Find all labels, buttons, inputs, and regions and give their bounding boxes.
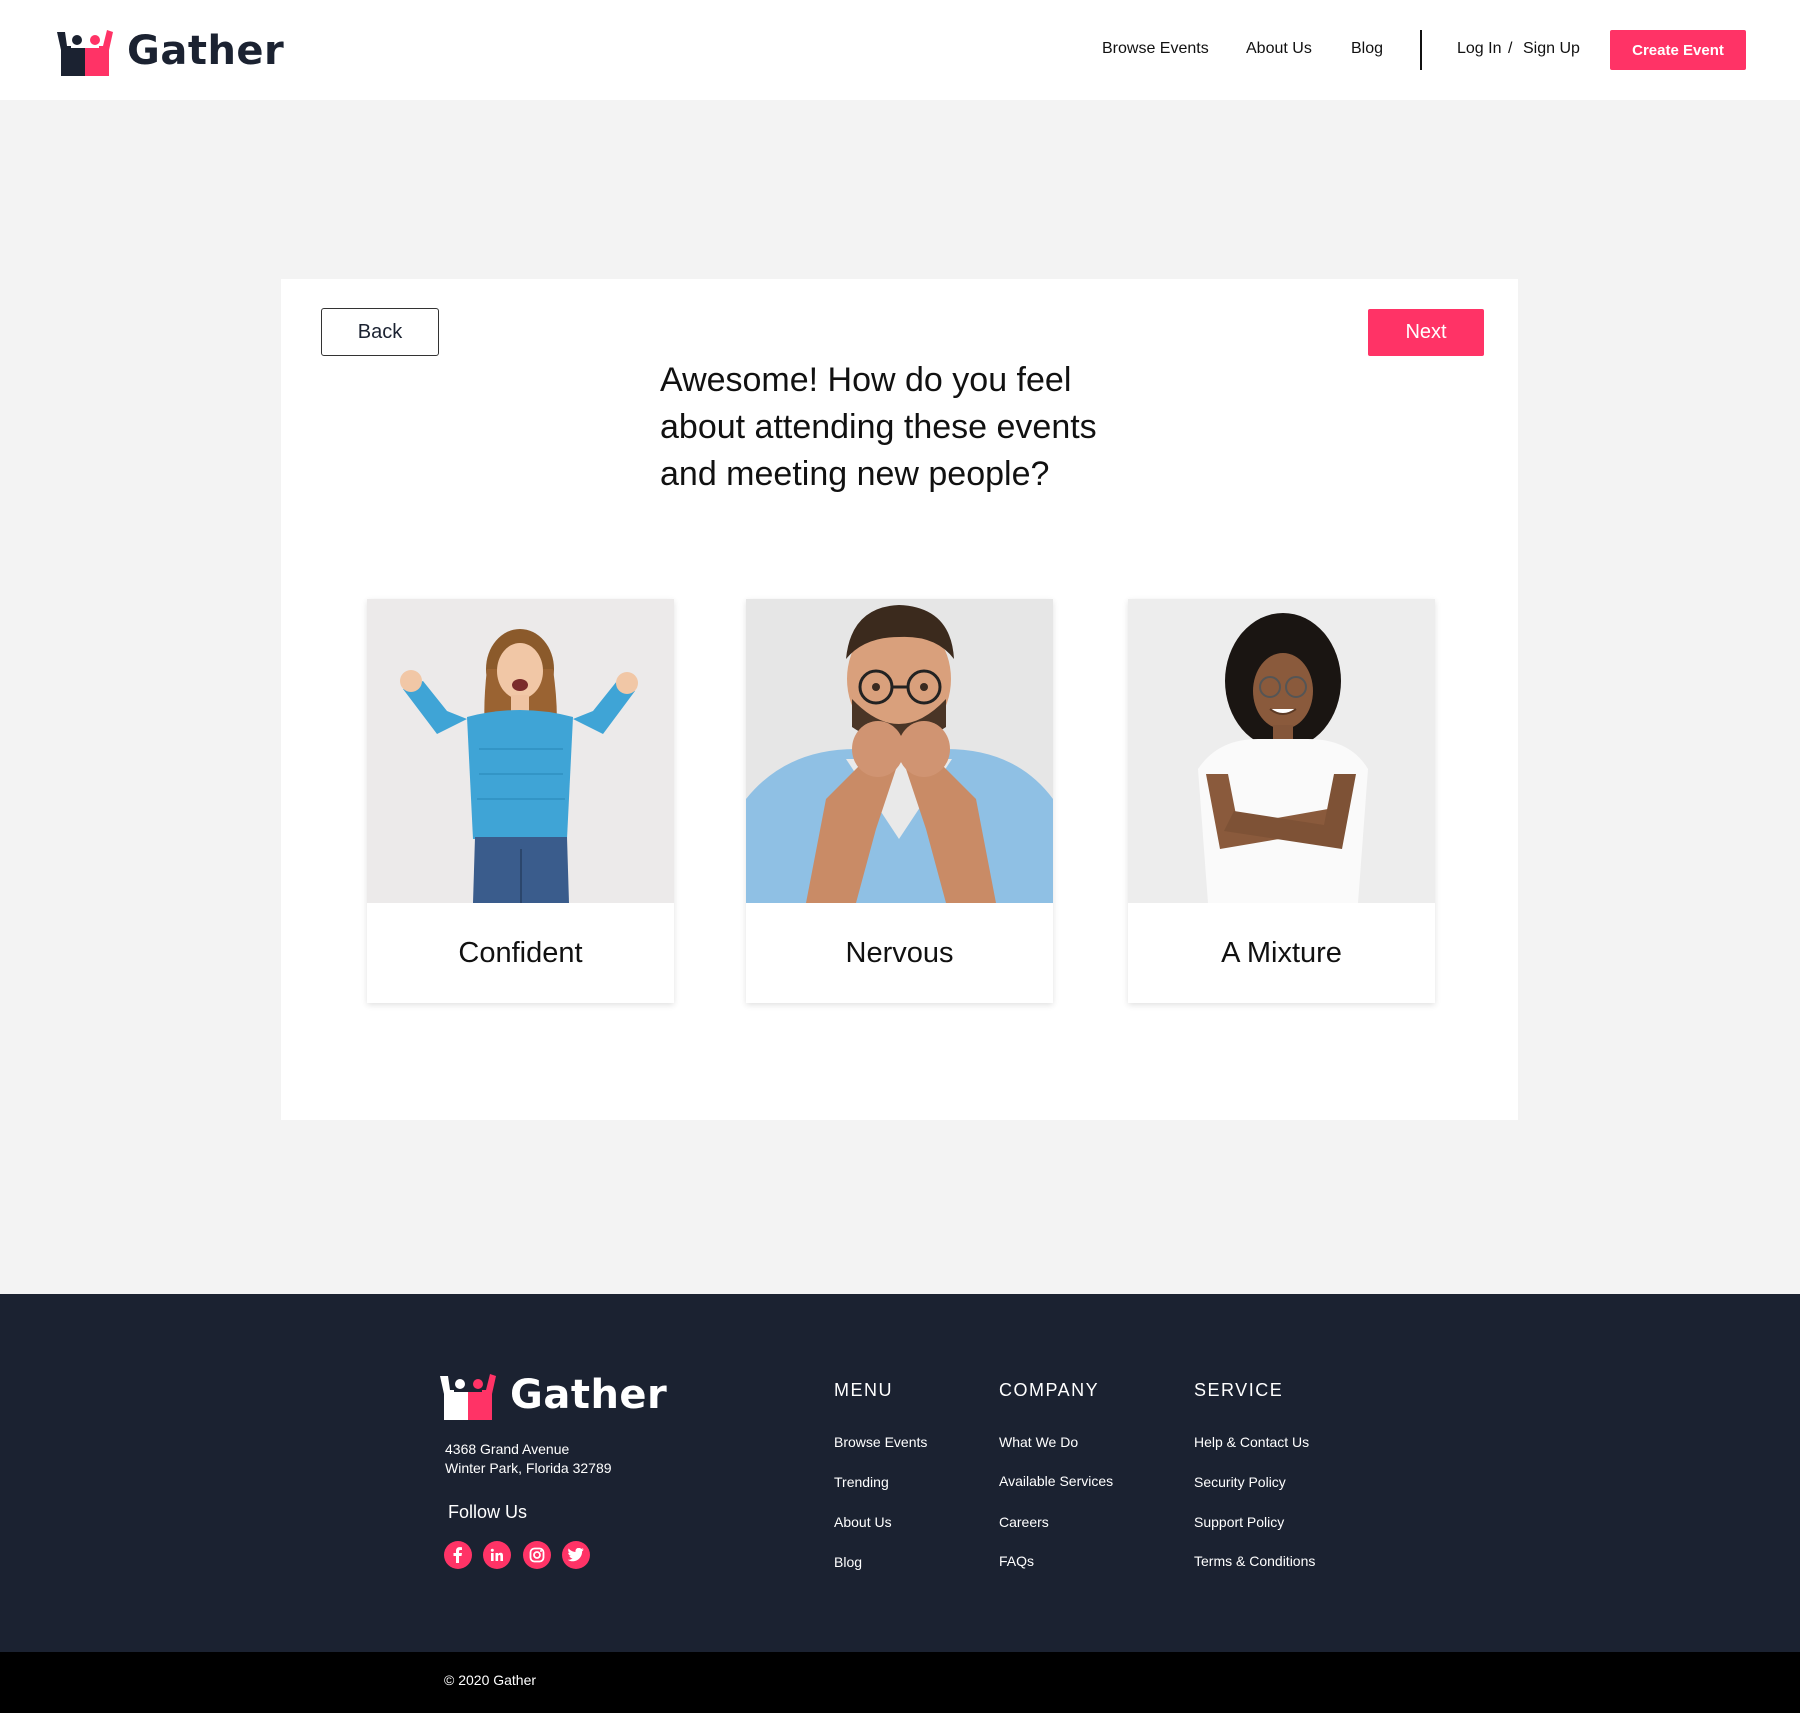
footer-brand-name: Gather (510, 1372, 668, 1418)
woman-celebrating-photo (367, 599, 674, 903)
auth-separator: / (1508, 40, 1513, 57)
option-label: A Mixture (1221, 936, 1342, 969)
footer-brand-logo[interactable]: Gather (438, 1370, 667, 1420)
footer-link-careers[interactable]: Careers (999, 1514, 1049, 1530)
gather-logo-icon (57, 30, 113, 76)
login-link[interactable]: Log In (1457, 40, 1501, 58)
woman-arms-crossed-photo (1128, 599, 1435, 903)
site-header: Gather Browse Events About Us Blog Log I… (0, 0, 1800, 100)
footer-link-browse-events[interactable]: Browse Events (834, 1434, 927, 1450)
footer-link-trending[interactable]: Trending (834, 1474, 889, 1490)
option-confident[interactable]: Confident (367, 599, 674, 1003)
copyright-bar: © 2020 Gather (0, 1652, 1800, 1713)
address-line-2: Winter Park, Florida 32789 (445, 1460, 612, 1476)
site-footer: Gather 4368 Grand Avenue Winter Park, Fl… (0, 1294, 1800, 1652)
copyright-text: © 2020 Gather (444, 1672, 537, 1688)
nav-browse-events[interactable]: Browse Events (1102, 40, 1209, 58)
linkedin-icon[interactable] (483, 1541, 511, 1569)
footer-service-heading: SERVICE (1194, 1380, 1284, 1400)
footer-link-available-services[interactable]: Available Services (999, 1473, 1113, 1489)
facebook-icon[interactable] (444, 1541, 472, 1569)
footer-link-terms-conditions[interactable]: Terms & Conditions (1194, 1553, 1315, 1569)
option-label: Nervous (845, 936, 954, 969)
footer-link-what-we-do[interactable]: What We Do (999, 1434, 1078, 1450)
address-line-1: 4368 Grand Avenue (445, 1441, 570, 1457)
brand-logo[interactable]: Gather (55, 26, 284, 76)
brand-name: Gather (127, 28, 285, 74)
nav-divider (1420, 30, 1422, 70)
nav-about-us[interactable]: About Us (1246, 40, 1312, 58)
option-label: Confident (458, 936, 583, 969)
option-nervous[interactable]: Nervous (746, 599, 1053, 1003)
footer-link-security-policy[interactable]: Security Policy (1194, 1474, 1286, 1490)
back-button[interactable]: Back (321, 308, 439, 356)
footer-address: 4368 Grand Avenue Winter Park, Florida 3… (445, 1440, 612, 1478)
footer-company-heading: COMPANY (999, 1380, 1100, 1400)
create-event-button[interactable]: Create Event (1610, 30, 1746, 70)
footer-link-about-us[interactable]: About Us (834, 1514, 892, 1530)
nav-blog[interactable]: Blog (1351, 40, 1383, 58)
footer-link-blog[interactable]: Blog (834, 1554, 862, 1570)
follow-us-heading: Follow Us (448, 1502, 528, 1522)
gather-logo-icon (440, 1374, 496, 1420)
footer-menu-heading: MENU (834, 1380, 893, 1400)
man-biting-fists-photo (746, 599, 1053, 903)
twitter-icon[interactable] (562, 1541, 590, 1569)
instagram-icon[interactable] (523, 1541, 551, 1569)
footer-link-help-contact[interactable]: Help & Contact Us (1194, 1434, 1309, 1450)
question-text: Awesome! How do you feel about attending… (660, 361, 1097, 493)
question-card: Back Next Awesome! How do you feel about… (281, 279, 1518, 1120)
option-a-mixture[interactable]: A Mixture (1128, 599, 1435, 1003)
next-button[interactable]: Next (1368, 309, 1484, 356)
signup-link[interactable]: Sign Up (1523, 40, 1580, 58)
footer-link-support-policy[interactable]: Support Policy (1194, 1514, 1284, 1530)
footer-link-faqs[interactable]: FAQs (999, 1553, 1034, 1569)
